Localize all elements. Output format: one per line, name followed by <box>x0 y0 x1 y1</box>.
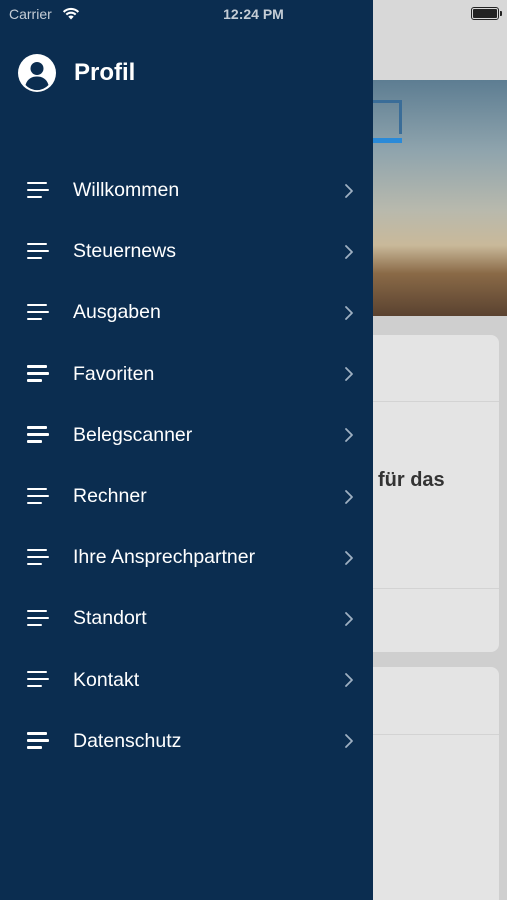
menu-item-label: Rechner <box>73 485 147 508</box>
menu-item-favoriten[interactable]: Favoriten <box>0 344 373 405</box>
menu-item-steuernews[interactable]: Steuernews <box>0 221 373 282</box>
chevron-right-icon <box>345 612 353 626</box>
menu-item-datenschutz[interactable]: Datenschutz <box>0 711 373 772</box>
navigation-drawer: Profil Willkommen Steuernews Ausgaben Favor… <box>0 0 373 900</box>
menu-item-label: Willkommen <box>73 179 180 202</box>
profile-label: Profil <box>74 59 136 86</box>
chevron-right-icon <box>345 673 353 687</box>
list-icon <box>27 426 49 444</box>
chevron-right-icon <box>345 306 353 320</box>
menu-item-belegscanner[interactable]: Belegscanner <box>0 405 373 466</box>
menu-item-label: Datenschutz <box>73 729 182 752</box>
list-icon <box>27 303 49 322</box>
chevron-right-icon <box>345 734 353 749</box>
menu-item-ausgaben[interactable]: Ausgaben <box>0 282 373 343</box>
card-title-fragment: für das <box>378 469 445 491</box>
chevron-right-icon <box>345 550 353 565</box>
menu-item-willkommen[interactable]: Willkommen <box>0 160 373 221</box>
chevron-right-icon <box>345 183 353 198</box>
list-icon <box>27 181 49 200</box>
menu-item-label: Favoriten <box>73 362 155 385</box>
menu-item-rechner[interactable]: Rechner <box>0 466 373 527</box>
list-icon <box>27 609 49 628</box>
menu-item-label: Ausgaben <box>73 301 161 324</box>
status-bar: Carrier 12:24 PM <box>0 0 507 30</box>
profile-button[interactable]: Profil <box>18 52 135 94</box>
battery-icon <box>471 7 502 20</box>
menu-item-label: Steuernews <box>73 240 176 263</box>
list-icon <box>27 548 49 567</box>
menu-item-ihre-ansprechpartner[interactable]: Ihre Ansprechpartner <box>0 527 373 588</box>
menu-item-label: Ihre Ansprechpartner <box>73 546 256 569</box>
list-icon <box>27 365 49 383</box>
chevron-right-icon <box>345 244 353 259</box>
menu-item-standort[interactable]: Standort <box>0 588 373 649</box>
drawer-menu: Willkommen Steuernews Ausgaben Favoriten Bel… <box>0 160 373 772</box>
list-icon <box>27 242 49 261</box>
list-icon <box>27 671 49 689</box>
menu-item-label: Kontakt <box>73 668 140 691</box>
chevron-right-icon <box>345 428 353 443</box>
chevron-right-icon <box>345 367 353 382</box>
user-avatar-icon <box>18 54 56 92</box>
clock: 12:24 PM <box>223 6 284 22</box>
menu-item-label: Belegscanner <box>73 423 193 446</box>
list-icon <box>27 487 49 506</box>
list-icon <box>27 732 49 750</box>
chevron-right-icon <box>345 489 353 504</box>
menu-item-label: Standort <box>73 607 147 630</box>
menu-item-kontakt[interactable]: Kontakt <box>0 650 373 711</box>
